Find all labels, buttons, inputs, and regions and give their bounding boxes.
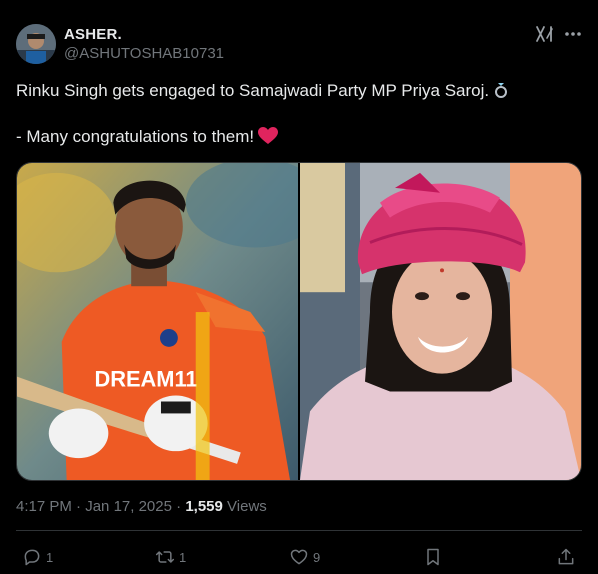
share-icon [558,548,574,565]
reply-count: 1 [46,549,54,565]
tweet-time[interactable]: 4:17 PM [16,498,72,515]
grok-icon[interactable] [534,24,556,44]
handle[interactable]: @ASHUTOSHAB10731 [64,45,224,62]
cricketer-photo[interactable]: DREAM11 [17,163,298,480]
retweet-button[interactable]: 1 [155,546,186,568]
reply-button[interactable]: 1 [22,546,53,568]
reply-icon [24,549,40,566]
tweet-blank-line [16,102,586,125]
display-name[interactable]: ASHER. [64,26,122,43]
tweet-line-1-text: Rinku Singh gets engaged to Samajwadi Pa… [16,81,490,100]
views-label: Views [227,498,267,515]
tweet-date[interactable]: Jan 17, 2025 [85,498,172,515]
divider [16,530,582,531]
media-grid[interactable]: DREAM11 [16,162,582,481]
like-button[interactable]: 9 [289,546,320,568]
like-count: 9 [313,549,321,565]
more-icon[interactable] [562,24,584,44]
jersey-text: DREAM11 [94,367,197,392]
tweet-line-2: - Many congratulations to them! [16,125,586,148]
tweet-card[interactable]: ASHER. @ASHUTOSHAB10731 Rinku Singh gets… [0,0,598,574]
meta-separator-2: · [176,498,182,515]
views-count: 1,559 [185,498,223,515]
tweet-text: Rinku Singh gets engaged to Samajwadi Pa… [16,79,586,148]
tweet-line-1: Rinku Singh gets engaged to Samajwadi Pa… [16,79,586,102]
tweet-line-2-text: - Many congratulations to them! [16,127,255,146]
woman-in-pink-turban-photo[interactable] [300,163,581,480]
meta-separator-1: · [76,498,82,515]
avatar[interactable] [16,24,56,64]
retweet-count: 1 [179,549,187,565]
heart-icon [258,127,279,145]
like-icon [290,549,308,565]
bookmark-icon [427,548,439,566]
share-button[interactable] [556,546,576,568]
tweet-meta: 4:17 PM · Jan 17, 2025 · 1,559 Views [16,498,267,515]
ring-icon [493,81,509,99]
retweet-icon [155,551,175,563]
bookmark-button[interactable] [423,546,443,568]
